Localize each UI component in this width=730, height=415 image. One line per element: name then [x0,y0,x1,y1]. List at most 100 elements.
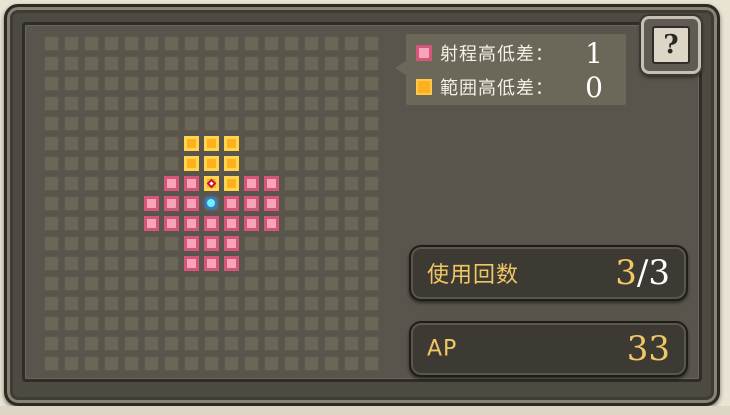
grid-cell [164,236,179,251]
grid-cell [64,296,79,311]
grid-cell [364,116,379,131]
grid-cell [304,76,319,91]
grid-cell [324,316,339,331]
grid-cell [124,296,139,311]
grid-cell [244,76,259,91]
grid-cell [44,56,59,71]
grid-cell [144,236,159,251]
grid-cell [124,36,139,51]
grid-cell [124,176,139,191]
grid-cell [244,156,259,171]
grid-cell [264,336,279,351]
grid-cell [244,336,259,351]
grid-cell [344,336,359,351]
grid-cell [164,96,179,111]
grid-cell [324,296,339,311]
ap-panel: AP 33 [409,321,688,377]
range-cell [184,236,199,251]
grid-cell [144,136,159,151]
orange-square-icon [416,79,432,95]
grid-cell [64,196,79,211]
range-cell [224,216,239,231]
grid-cell [184,116,199,131]
grid-cell [244,36,259,51]
grid-cell [284,236,299,251]
grid-cell [84,56,99,71]
grid-cell [264,136,279,151]
grid-cell [64,336,79,351]
range-cell [164,196,179,211]
grid-cell [284,296,299,311]
grid-cell [364,176,379,191]
grid-cell [324,36,339,51]
grid-cell [44,176,59,191]
grid-cell [244,96,259,111]
grid-cell [264,36,279,51]
grid-cell [164,276,179,291]
grid-cell [344,176,359,191]
range-grid [44,36,386,378]
grid-cell [184,316,199,331]
grid-cell [44,76,59,91]
grid-cell [224,296,239,311]
range-cell [204,216,219,231]
range-cell [244,196,259,211]
grid-cell [364,316,379,331]
grid-cell [144,156,159,171]
grid-cell [324,216,339,231]
grid-cell [284,256,299,271]
grid-cell [64,56,79,71]
grid-cell [184,276,199,291]
grid-cell [124,316,139,331]
range-cell [144,196,159,211]
grid-cell [144,296,159,311]
grid-cell [104,216,119,231]
grid-cell [124,136,139,151]
grid-cell [284,116,299,131]
grid-cell [324,116,339,131]
uses-max: 3 [648,253,670,293]
area-cell [204,136,219,151]
grid-cell [124,156,139,171]
grid-cell [44,296,59,311]
grid-cell [224,56,239,71]
grid-cell [84,356,99,371]
grid-cell [84,276,99,291]
grid-cell [84,236,99,251]
grid-cell [104,156,119,171]
grid-cell [364,296,379,311]
grid-cell [104,56,119,71]
grid-cell [84,196,99,211]
grid-cell [284,316,299,331]
grid-cell [284,76,299,91]
grid-cell [64,36,79,51]
grid-cell [284,196,299,211]
grid-cell [144,316,159,331]
grid-cell [304,216,319,231]
help-button[interactable]: ? [641,16,701,74]
uses-label: 使用回数 [427,263,520,288]
grid-cell [344,276,359,291]
grid-cell [224,316,239,331]
grid-cell [284,96,299,111]
grid-cell [224,36,239,51]
grid-cell [84,216,99,231]
grid-cell [324,196,339,211]
grid-cell [124,216,139,231]
grid-cell [344,256,359,271]
height-legend: 射程高低差： 1 範囲高低差： 0 [406,34,626,105]
grid-cell [304,136,319,151]
range-cell [184,196,199,211]
grid-cell [264,276,279,291]
grid-cell [304,156,319,171]
range-cell [244,216,259,231]
grid-cell [124,276,139,291]
grid-cell [84,76,99,91]
grid-cell [324,56,339,71]
grid-cell [224,336,239,351]
grid-cell [44,116,59,131]
grid-cell [224,96,239,111]
grid-cell [124,336,139,351]
grid-cell [104,236,119,251]
grid-cell [204,296,219,311]
